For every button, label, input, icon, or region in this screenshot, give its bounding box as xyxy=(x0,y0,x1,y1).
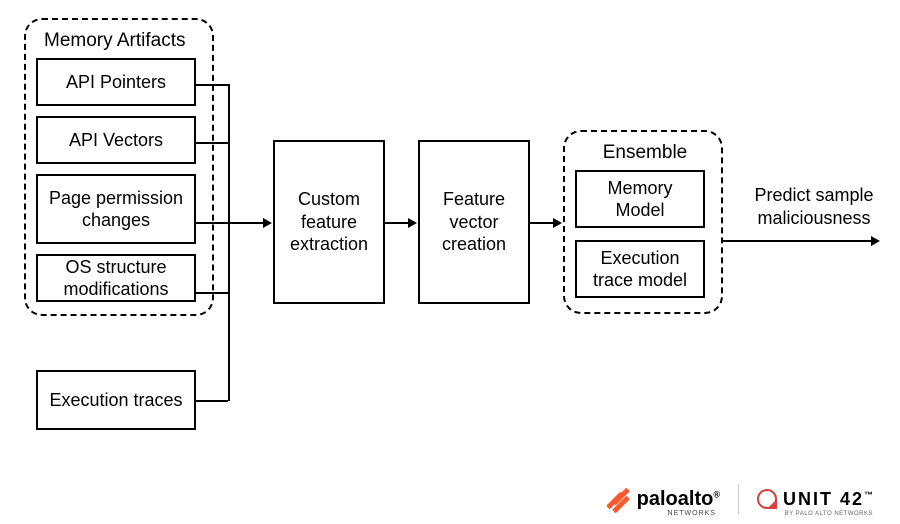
ensemble-group: Ensemble Memory Model Execution trace mo… xyxy=(563,130,723,314)
arrowhead-icon xyxy=(871,236,880,246)
footer-logos: paloalto® NETWORKS UNIT 42™ BY PALO ALTO… xyxy=(607,484,875,514)
conn xyxy=(196,292,228,294)
box-api-vectors: API Vectors xyxy=(36,116,196,164)
conn xyxy=(196,400,228,402)
ensemble-title: Ensemble xyxy=(575,140,711,170)
paloalto-logo: paloalto® NETWORKS xyxy=(607,488,720,511)
box-feature-vector: Feature vector creation xyxy=(418,140,530,304)
conn xyxy=(530,222,555,224)
tm-mark: ™ xyxy=(864,490,875,500)
memory-artifacts-group: Memory Artifacts API Pointers API Vector… xyxy=(24,18,214,316)
conn xyxy=(196,84,228,86)
box-api-pointers: API Pointers xyxy=(36,58,196,106)
box-page-permission: Page permission changes xyxy=(36,174,196,244)
logo-divider xyxy=(738,484,739,514)
paloalto-icon xyxy=(607,488,629,510)
box-execution-traces: Execution traces xyxy=(36,370,196,430)
unit42-subtext: BY PALO ALTO NETWORKS xyxy=(785,511,873,517)
output-label: Predict sample maliciousness xyxy=(744,184,884,229)
box-exec-trace-model: Execution trace model xyxy=(575,240,705,298)
box-os-structure: OS structure modifications xyxy=(36,254,196,302)
memory-artifacts-stack: API Pointers API Vectors Page permission… xyxy=(36,58,202,302)
arrowhead-icon xyxy=(408,218,417,228)
conn-bus xyxy=(228,84,230,401)
unit42-text: UNIT 42 xyxy=(783,489,864,509)
conn xyxy=(385,222,410,224)
flow-diagram: Memory Artifacts API Pointers API Vector… xyxy=(0,0,900,480)
paloalto-text: paloalto xyxy=(637,488,714,510)
box-feature-extraction: Custom feature extraction xyxy=(273,140,385,304)
reg-mark: ® xyxy=(713,489,720,499)
conn xyxy=(244,222,265,224)
conn xyxy=(723,240,873,242)
conn xyxy=(196,222,244,224)
conn xyxy=(196,142,228,144)
paloalto-subtext: NETWORKS xyxy=(668,510,716,517)
arrowhead-icon xyxy=(553,218,562,228)
arrowhead-icon xyxy=(263,218,272,228)
unit42-icon xyxy=(757,489,777,509)
unit42-logo: UNIT 42™ BY PALO ALTO NETWORKS xyxy=(757,489,875,510)
ensemble-stack: Memory Model Execution trace model xyxy=(575,170,711,298)
box-memory-model: Memory Model xyxy=(575,170,705,228)
memory-artifacts-title: Memory Artifacts xyxy=(36,28,202,58)
